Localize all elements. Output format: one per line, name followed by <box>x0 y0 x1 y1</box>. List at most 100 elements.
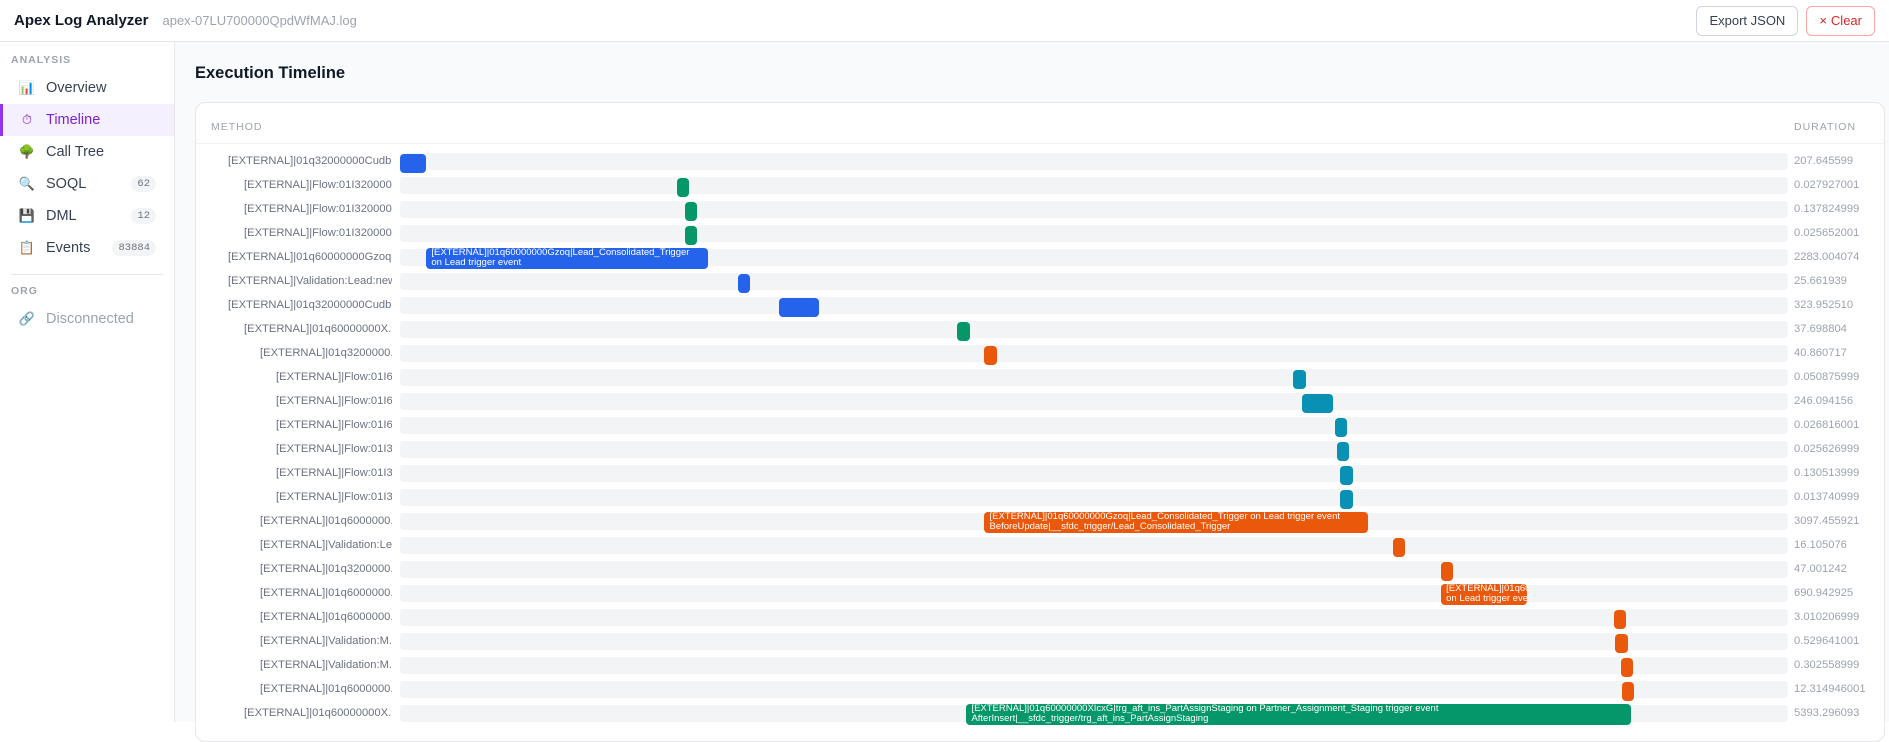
sidebar-item-overview[interactable]: 📊 Overview <box>0 72 174 104</box>
method-label: [EXTERNAL]|01q60000000X... <box>244 707 392 719</box>
timeline-row[interactable]: [EXTERNAL]|Flow:01I320000... 0.137824999 <box>196 199 1884 221</box>
method-label: [EXTERNAL]|Validation:M... <box>260 659 392 671</box>
timeline-bar[interactable] <box>957 322 970 341</box>
timeline-row[interactable]: [EXTERNAL]|01q60000000X... 37.698804 <box>196 319 1884 341</box>
timeline-row[interactable]: [EXTERNAL]|Validation:Lead:new 25.661939 <box>196 271 1884 293</box>
timeline-row[interactable]: [EXTERNAL]|01q6000000... [EXTERNAL]|01q60… <box>196 583 1884 605</box>
duration-value: 16.105076 <box>1794 539 1847 551</box>
timeline-row[interactable]: [EXTERNAL]|01q6000000... 3.010206999 <box>196 607 1884 629</box>
timeline-bar[interactable]: [EXTERNAL]|01q60000000Gzoq|Lead_Consolid… <box>984 512 1368 533</box>
timeline-track <box>400 657 1788 677</box>
timeline-track: [EXTERNAL]|01q60000000XIcxG|trg_aft_ins_… <box>400 704 1788 725</box>
analysis-section-label: ANALYSIS <box>11 54 72 66</box>
timeline-row[interactable]: [EXTERNAL]|Flow:01I6... 0.050875999 <box>196 367 1884 389</box>
page-title: Execution Timeline <box>195 64 346 82</box>
timeline-bar[interactable] <box>1340 490 1353 509</box>
method-label: [EXTERNAL]|01q6000000... <box>260 611 392 623</box>
method-label: [EXTERNAL]|01q6000000... <box>260 683 392 695</box>
timeline-bar[interactable] <box>984 346 997 365</box>
timeline-bar[interactable] <box>676 178 689 197</box>
timeline-row[interactable]: [EXTERNAL]|01q60000000Gzoq... [EXTERNAL]|… <box>196 247 1884 269</box>
duration-value: 0.130513999 <box>1794 467 1860 479</box>
method-label: [EXTERNAL]|01q3200000... <box>260 563 392 575</box>
timeline-row[interactable]: [EXTERNAL]|01q6000000... 12.314946001 <box>196 679 1884 701</box>
timeline-row[interactable]: [EXTERNAL]|Flow:01I3... 0.025626999 <box>196 439 1884 461</box>
timeline-row[interactable]: [EXTERNAL]|Flow:01I3... 0.130513999 <box>196 463 1884 485</box>
timeline-row[interactable]: [EXTERNAL]|Validation:M... 0.529641001 <box>196 631 1884 653</box>
timeline-bar[interactable] <box>738 274 751 293</box>
timeline-bar[interactable] <box>1615 634 1628 653</box>
timeline-bar[interactable] <box>1621 682 1635 701</box>
timeline-row[interactable]: [EXTERNAL]|Flow:01I320000... 0.027927001 <box>196 175 1884 197</box>
timeline-track <box>400 609 1788 629</box>
timeline-bar[interactable] <box>1392 538 1406 557</box>
method-label: [EXTERNAL]|01q6000000... <box>260 587 392 599</box>
method-label: [EXTERNAL]|01q32000000Cudb... <box>228 155 392 167</box>
duration-value: 0.026816001 <box>1794 419 1860 431</box>
sidebar-item-timeline[interactable]: ⏱ Timeline <box>0 104 174 136</box>
sidebar-item-events[interactable]: 📋 Events 83884 <box>0 232 174 264</box>
timeline-bar[interactable] <box>1337 442 1350 461</box>
timeline-track <box>400 225 1788 245</box>
sidebar-item-label: Timeline <box>46 112 101 128</box>
timeline-row[interactable]: [EXTERNAL]|Validation:Le... 16.105076 <box>196 535 1884 557</box>
timeline-track <box>400 201 1788 221</box>
timeline-bar[interactable] <box>1614 610 1627 629</box>
duration-value: 2283.004074 <box>1794 251 1860 263</box>
timeline-row[interactable]: [EXTERNAL]|Flow:01I6... 246.094156 <box>196 391 1884 413</box>
timeline-track: [EXTERNAL]|01q60000000Gzoq|Lead_Consolid… <box>400 248 1788 269</box>
sidebar-item-dml[interactable]: 💾 DML 12 <box>0 200 174 232</box>
search-icon: 🔍 <box>18 176 36 191</box>
timeline-track <box>400 537 1788 557</box>
timeline-row[interactable]: [EXTERNAL]|01q6000000... [EXTERNAL]|01q60… <box>196 511 1884 533</box>
timeline-bar[interactable] <box>1441 562 1454 581</box>
duration-value: 40.860717 <box>1794 347 1847 359</box>
top-bar: Apex Log Analyzer apex-07LU700000QpdWfMA… <box>0 0 1889 42</box>
timeline-bar[interactable] <box>1293 370 1306 389</box>
timeline-bar[interactable] <box>1334 418 1348 437</box>
timeline-track <box>400 561 1788 581</box>
timeline-bar[interactable] <box>684 226 697 245</box>
export-json-button[interactable]: Export JSON <box>1696 5 1799 36</box>
timeline-bar[interactable] <box>684 202 697 221</box>
duration-value: 0.013740999 <box>1794 491 1860 503</box>
duration-value: 25.661939 <box>1794 275 1847 287</box>
timeline-bar[interactable] <box>400 154 427 173</box>
timeline-row[interactable]: [EXTERNAL]|01q3200000... 47.001242 <box>196 559 1884 581</box>
clear-button[interactable]: × Clear <box>1806 5 1875 36</box>
timeline-bar[interactable] <box>1620 658 1634 677</box>
sidebar-item-label: Overview <box>46 80 107 96</box>
duration-value: 3.010206999 <box>1794 611 1860 623</box>
timeline-track <box>400 369 1788 389</box>
timeline-bar[interactable]: [EXTERNAL]|01q60000000Gzoq|Lead_on Lead … <box>1441 584 1528 605</box>
timeline-row[interactable]: [EXTERNAL]|Flow:01I320000... 0.025652001 <box>196 223 1884 245</box>
method-label: [EXTERNAL]|01q60000000Gzoq... <box>228 251 392 263</box>
timeline-track: [EXTERNAL]|01q60000000Gzoq|Lead_on Lead … <box>400 584 1788 605</box>
clear-button-label: Clear <box>1830 13 1862 28</box>
duration-value: 0.050875999 <box>1794 371 1860 383</box>
timeline-row[interactable]: [EXTERNAL]|Validation:M... 0.302558999 <box>196 655 1884 677</box>
sidebar-item-call-tree[interactable]: 🌳 Call Tree <box>0 136 174 168</box>
timeline-row[interactable]: [EXTERNAL]|01q32000000Cudb... 323.952510 <box>196 295 1884 317</box>
timeline-row[interactable]: [EXTERNAL]|01q3200000... 40.860717 <box>196 343 1884 365</box>
method-label: [EXTERNAL]|01q6000000... <box>260 515 392 527</box>
timeline-row[interactable]: [EXTERNAL]|Flow:01I6... 0.026816001 <box>196 415 1884 437</box>
duration-value: 207.645599 <box>1794 155 1854 167</box>
method-label: [EXTERNAL]|01q32000000Cudb... <box>228 299 392 311</box>
org-status[interactable]: 🔗 Disconnected <box>0 303 174 335</box>
timeline-bar[interactable] <box>1302 394 1333 413</box>
timeline-bar[interactable]: [EXTERNAL]|01q60000000Gzoq|Lead_Consolid… <box>426 248 709 269</box>
sidebar: ANALYSIS 📊 Overview ⏱ Timeline 🌳 Call Tree 🔍 SO… <box>0 42 175 722</box>
sidebar-nav: 📊 Overview ⏱ Timeline 🌳 Call Tree 🔍 SOQL 62 💾 DML 1… <box>0 72 174 264</box>
timeline-track <box>400 465 1788 485</box>
timeline-bar[interactable] <box>779 298 820 317</box>
timeline-row[interactable]: [EXTERNAL]|Flow:01I3... 0.013740999 <box>196 487 1884 509</box>
method-label: [EXTERNAL]|Flow:01I3... <box>276 491 392 503</box>
duration-value: 0.025652001 <box>1794 227 1860 239</box>
sidebar-item-soql[interactable]: 🔍 SOQL 62 <box>0 168 174 200</box>
method-label: [EXTERNAL]|Flow:01I6... <box>276 371 392 383</box>
method-label: [EXTERNAL]|Flow:01I320000... <box>244 203 392 215</box>
timeline-row[interactable]: [EXTERNAL]|01q32000000Cudb... 207.645599 <box>196 151 1884 173</box>
timeline-row[interactable]: [EXTERNAL]|01q60000000X... [EXTERNAL]|01q… <box>196 703 1884 725</box>
timeline-bar[interactable] <box>1340 466 1353 485</box>
